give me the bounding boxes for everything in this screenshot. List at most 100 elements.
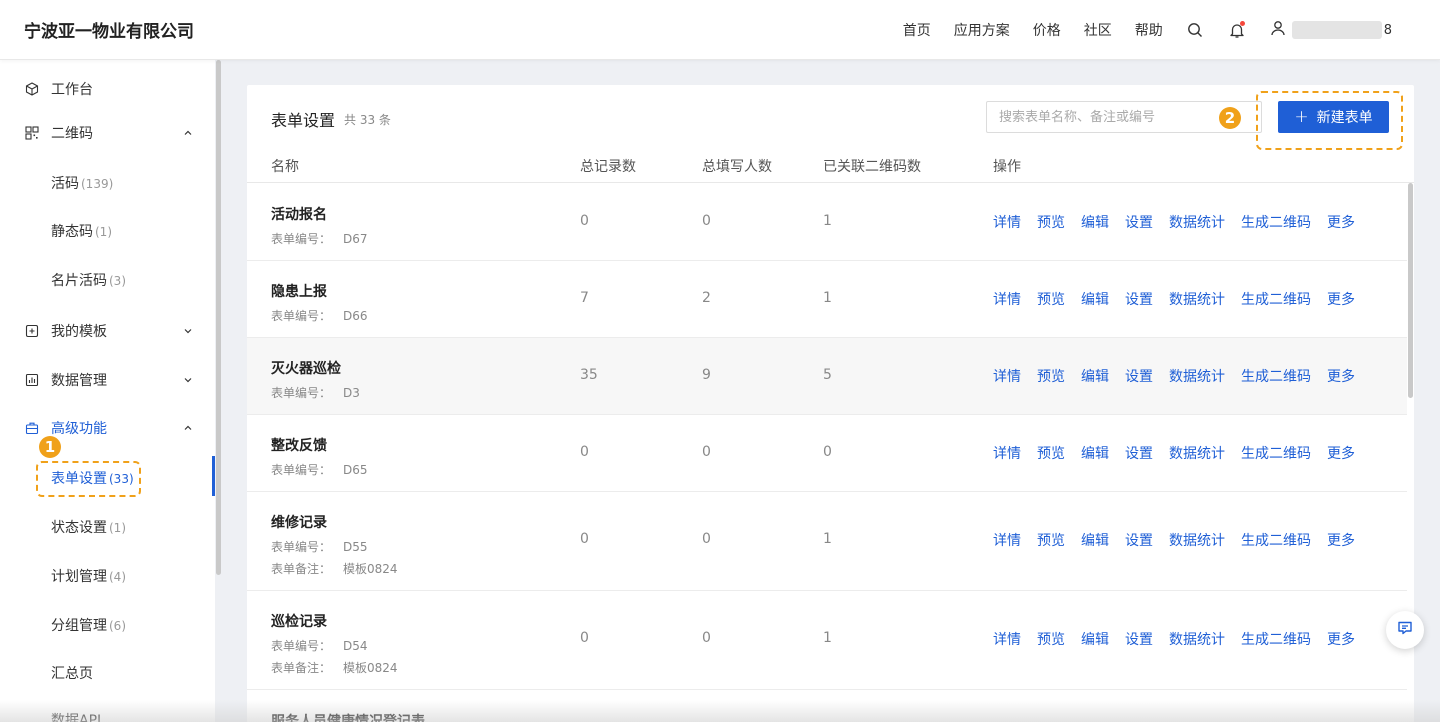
chart-icon <box>25 373 39 387</box>
action-statistics[interactable]: 数据统计 <box>1169 366 1225 386</box>
sidebar-item-live-code[interactable]: 活码 (139) <box>0 163 215 203</box>
sidebar-scrollbar[interactable] <box>216 60 221 575</box>
highlight-box-new-form <box>1256 91 1403 150</box>
action-settings[interactable]: 设置 <box>1125 530 1153 550</box>
action-preview[interactable]: 预览 <box>1037 366 1065 386</box>
sidebar-item-qrcode[interactable]: 二维码 <box>0 113 215 153</box>
action-statistics[interactable]: 数据统计 <box>1169 289 1225 309</box>
action-preview[interactable]: 预览 <box>1037 212 1065 232</box>
total-fillers: 9 <box>702 367 711 383</box>
chevron-down-icon[interactable] <box>183 375 193 385</box>
nav-home[interactable]: 首页 <box>903 20 931 40</box>
chat-button[interactable] <box>1386 611 1424 649</box>
highlight-box-form-settings <box>36 461 141 497</box>
action-details[interactable]: 详情 <box>993 289 1021 309</box>
nav-solutions[interactable]: 应用方案 <box>954 20 1010 40</box>
chevron-down-icon[interactable] <box>183 326 193 336</box>
form-note-value: 模板0824 <box>343 661 398 675</box>
action-details[interactable]: 详情 <box>993 212 1021 232</box>
action-settings[interactable]: 设置 <box>1125 443 1153 463</box>
nav-help[interactable]: 帮助 <box>1135 20 1163 40</box>
action-preview[interactable]: 预览 <box>1037 530 1065 550</box>
action-details[interactable]: 详情 <box>993 629 1021 649</box>
sidebar-item-card-code[interactable]: 名片活码 (3) <box>0 260 215 300</box>
total-records: 0 <box>580 444 589 460</box>
sidebar-item-status-settings[interactable]: 状态设置 (1) <box>0 507 215 547</box>
form-code-label: 表单编号： <box>271 639 332 653</box>
action-generate-qrcode[interactable]: 生成二维码 <box>1241 289 1311 309</box>
sidebar-item-label: 汇总页 <box>51 666 93 682</box>
chevron-up-icon[interactable] <box>183 128 193 138</box>
form-name[interactable]: 活动报名 <box>271 204 327 224</box>
action-details[interactable]: 详情 <box>993 530 1021 550</box>
form-name[interactable]: 服务人员健康情况登记表 <box>271 711 425 722</box>
sidebar-item-summary-page[interactable]: 汇总页 <box>0 653 215 693</box>
sidebar-item-templates[interactable]: 我的模板 <box>0 311 215 351</box>
action-preview[interactable]: 预览 <box>1037 629 1065 649</box>
action-more[interactable]: 更多 <box>1327 629 1355 649</box>
table-row: 维修记录 表单编号： D55 表单备注： 模板0824 0 0 1 详情 预览 编辑… <box>247 492 1407 591</box>
action-more[interactable]: 更多 <box>1327 366 1355 386</box>
form-name[interactable]: 巡检记录 <box>271 611 327 631</box>
sidebar-item-label: 名片活码 (3) <box>51 270 126 290</box>
column-header-name: 名称 <box>271 159 299 175</box>
action-generate-qrcode[interactable]: 生成二维码 <box>1241 212 1311 232</box>
action-generate-qrcode[interactable]: 生成二维码 <box>1241 629 1311 649</box>
nav-community[interactable]: 社区 <box>1084 20 1112 40</box>
search-icon[interactable] <box>1186 21 1204 39</box>
action-edit[interactable]: 编辑 <box>1081 629 1109 649</box>
action-statistics[interactable]: 数据统计 <box>1169 530 1225 550</box>
form-code-value: D66 <box>343 309 368 323</box>
linked-qrcodes: 1 <box>823 630 832 646</box>
row-actions: 详情 预览 编辑 设置 数据统计 生成二维码 更多 <box>993 629 1371 649</box>
brand-name[interactable]: 宁波亚一物业有限公司 <box>24 17 194 42</box>
action-preview[interactable]: 预览 <box>1037 289 1065 309</box>
form-name[interactable]: 灭火器巡检 <box>271 358 341 378</box>
sidebar-item-group-management[interactable]: 分组管理 (6) <box>0 605 215 645</box>
form-name[interactable]: 整改反馈 <box>271 435 327 455</box>
nav-pricing[interactable]: 价格 <box>1033 20 1061 40</box>
top-nav: 首页 应用方案 价格 社区 帮助 8 <box>903 0 1440 60</box>
action-settings[interactable]: 设置 <box>1125 629 1153 649</box>
action-edit[interactable]: 编辑 <box>1081 530 1109 550</box>
sidebar-item-plan-management[interactable]: 计划管理 (4) <box>0 556 215 596</box>
sidebar-item-data-api[interactable]: 数据API <box>0 700 215 722</box>
sidebar-item-label: 二维码 <box>51 126 93 142</box>
sidebar-item-advanced[interactable]: 高级功能 <box>0 408 215 448</box>
action-generate-qrcode[interactable]: 生成二维码 <box>1241 366 1311 386</box>
sidebar-item-workbench[interactable]: 工作台 <box>0 69 215 109</box>
action-more[interactable]: 更多 <box>1327 212 1355 232</box>
action-more[interactable]: 更多 <box>1327 443 1355 463</box>
table-scrollbar[interactable] <box>1408 183 1413 398</box>
table-row: 巡检记录 表单编号： D54 表单备注： 模板0824 0 0 1 详情 预览 编辑… <box>247 591 1407 690</box>
action-details[interactable]: 详情 <box>993 366 1021 386</box>
form-name[interactable]: 隐患上报 <box>271 281 327 301</box>
action-more[interactable]: 更多 <box>1327 289 1355 309</box>
action-edit[interactable]: 编辑 <box>1081 289 1109 309</box>
bell-icon[interactable] <box>1228 21 1246 39</box>
sidebar-item-count: (4) <box>109 570 126 584</box>
action-statistics[interactable]: 数据统计 <box>1169 212 1225 232</box>
chevron-up-icon[interactable] <box>183 423 193 433</box>
linked-qrcodes: 1 <box>823 213 832 229</box>
action-generate-qrcode[interactable]: 生成二维码 <box>1241 443 1311 463</box>
user-menu[interactable]: 8 <box>1270 20 1392 40</box>
action-settings[interactable]: 设置 <box>1125 366 1153 386</box>
action-settings[interactable]: 设置 <box>1125 289 1153 309</box>
action-statistics[interactable]: 数据统计 <box>1169 629 1225 649</box>
column-header-total-records: 总记录数 <box>580 159 636 175</box>
action-more[interactable]: 更多 <box>1327 530 1355 550</box>
sidebar-item-data-management[interactable]: 数据管理 <box>0 360 215 400</box>
action-statistics[interactable]: 数据统计 <box>1169 443 1225 463</box>
action-preview[interactable]: 预览 <box>1037 443 1065 463</box>
action-edit[interactable]: 编辑 <box>1081 443 1109 463</box>
form-code-value: D55 <box>343 540 368 554</box>
action-edit[interactable]: 编辑 <box>1081 212 1109 232</box>
action-details[interactable]: 详情 <box>993 443 1021 463</box>
form-note: 表单备注： 模板0824 <box>271 560 398 577</box>
action-settings[interactable]: 设置 <box>1125 212 1153 232</box>
form-name[interactable]: 维修记录 <box>271 512 327 532</box>
action-edit[interactable]: 编辑 <box>1081 366 1109 386</box>
action-generate-qrcode[interactable]: 生成二维码 <box>1241 530 1311 550</box>
sidebar-item-static-code[interactable]: 静态码 (1) <box>0 211 215 251</box>
